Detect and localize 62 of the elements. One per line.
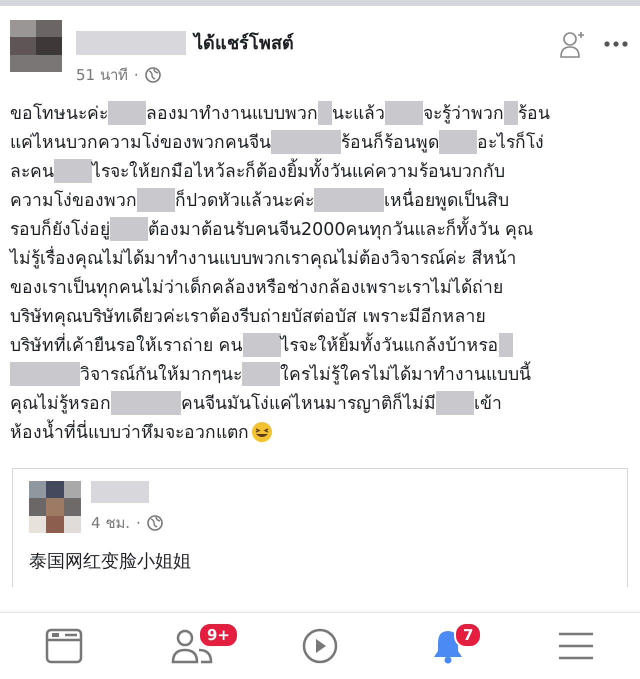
redaction-block: [242, 333, 281, 357]
dot-separator: ·: [136, 514, 141, 532]
post-text: ไม่รู้เรื่องคุณไม่ได้มาทำงานแบบพวกเราคุณไม่ต้องวิจารณ์ค่ะ สีหน้า: [10, 244, 517, 272]
post-text: เหนื่อยพูดเป็นสิบ: [384, 186, 509, 214]
news-feed-icon[interactable]: [45, 628, 83, 664]
redaction-block: [137, 188, 175, 212]
post-text: ก็ปวดหัวแล้วนะค่ะ: [175, 188, 314, 213]
post-text: บริษัทคุณบริษัทเดียวค่ะเราต้องรีบถ่ายบัสต่อบัส เพราะมีอีกหลาย: [10, 306, 486, 329]
menu-icon[interactable]: [557, 631, 595, 661]
post-text: คุณไม่รู้หรอก: [10, 392, 111, 416]
redaction-block: [314, 188, 384, 212]
post-text: วิจารณ์กันให้มากๆนะ: [80, 363, 242, 387]
redaction-block: [10, 362, 80, 386]
post-time: 51 นาที: [76, 65, 128, 86]
post-text: ไรจะให้ยิ้มทั้งวันแกล้งบ้าหรอ: [280, 331, 499, 359]
post-text: ใครไม่รู้ใครไม่ได้มาทำงานแบบนี้: [280, 360, 531, 388]
post-text: ห้องน้ำที่นี่แบบว่าหึมจะอวกแตก: [10, 418, 249, 446]
post-text: จะรู้ว่าพวก: [423, 103, 504, 126]
post-text: ร้อน: [518, 103, 550, 126]
post-text: บริษัทที่เค้ายืนรอให้เราถ่าย คน: [10, 331, 243, 359]
notification-badge: 7: [454, 622, 482, 648]
redaction-block: [271, 130, 341, 154]
globe-icon: [146, 515, 163, 531]
redaction-block: [504, 101, 518, 125]
more-options-icon[interactable]: [604, 41, 628, 47]
redaction-block: [108, 101, 146, 125]
add-friend-icon[interactable]: [560, 30, 586, 58]
post-text: เข้า: [474, 393, 502, 416]
pixelated-avatar: [29, 481, 81, 533]
blurred-name: [91, 481, 149, 503]
post-text: ขอโทษนะค่ะ: [10, 102, 108, 126]
play-video-icon[interactable]: [301, 627, 339, 665]
post-text: แค่ไหนบวกความโง่ของพวกคนจีน: [10, 131, 271, 155]
redaction-block: [439, 130, 477, 154]
laughing-emoji-icon: [251, 421, 273, 443]
pixelated-avatar: [10, 20, 62, 72]
post-text: คนจีนมันโง่แค่ไหนมารญาติก็ไม่มี: [181, 392, 436, 416]
redaction-block: [385, 101, 423, 125]
redaction-block: [436, 391, 474, 415]
post-text: ลองมาทำงานแบบพวก: [146, 103, 318, 126]
notification-badge: 9+: [198, 622, 240, 648]
post-text: ไรจะให้ยกมือไหว้ละก็ต้องยิ้มทั้งวันแค่ความร้อนบวกกับ: [92, 157, 505, 185]
globe-icon: [144, 67, 161, 83]
dot-separator: ·: [134, 66, 139, 84]
post-text: รอบก็ยังโง่อยู่: [10, 218, 110, 242]
redaction-block: [318, 101, 332, 125]
post-text: นะแล้ว: [332, 103, 385, 126]
redaction-block: [110, 217, 148, 241]
redaction-block: [242, 362, 280, 386]
redaction-block: [54, 159, 92, 183]
post-text: อะไรก็โง่: [477, 130, 544, 155]
post-text: ละคน: [10, 161, 54, 184]
post-text: ความโง่ของพวก: [10, 189, 137, 213]
post-text: ต้องมาต้อนรับคนจีน2000คนทุกวันและก็ทั้งวัน คุณ: [148, 215, 534, 243]
notification-bell-icon[interactable]: [431, 628, 465, 664]
comment-text: 泰国网红变脸小姐姐: [29, 550, 192, 573]
redaction-block: [498, 333, 513, 357]
post-text: ของเราเป็นทุกคนไม่ว่าเด็กคล้องหรือช่างกล้องเพราะเราไม่ได้ถ่าย: [10, 276, 503, 300]
post-text: ร้อนก็ร้อนพูด: [341, 130, 439, 155]
comment-time: 4 ชม.: [91, 513, 130, 534]
redaction-block: [111, 391, 181, 415]
post-action: ได้แชร์โพสต์: [194, 31, 294, 56]
